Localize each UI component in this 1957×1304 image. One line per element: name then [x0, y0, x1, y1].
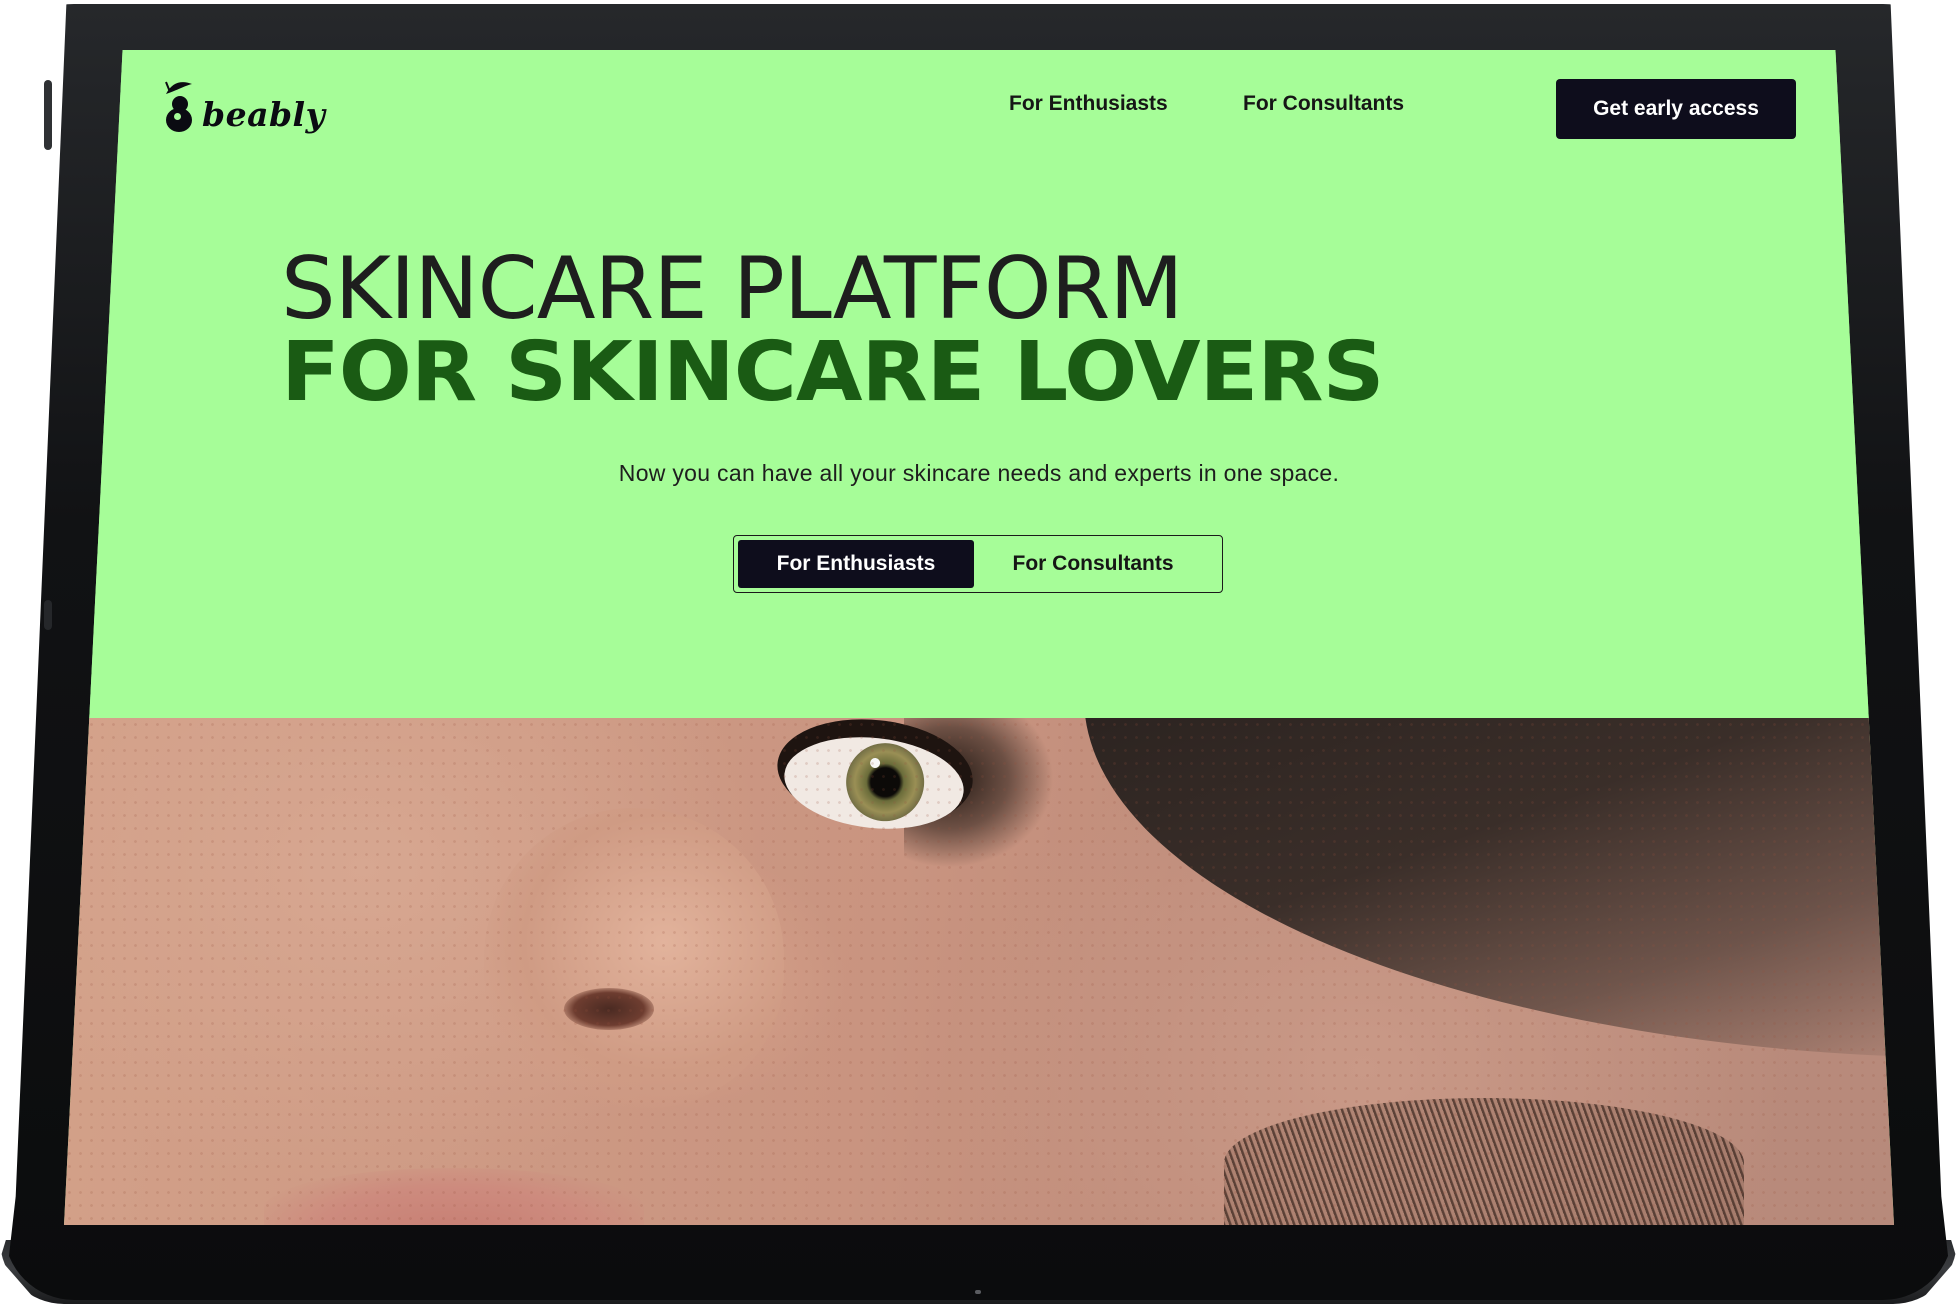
nav-link-enthusiasts[interactable]: For Enthusiasts [1009, 92, 1168, 116]
tablet-screen: beably For Enthusiasts For Consultants G… [64, 50, 1894, 1225]
headline-line-2: FOR SKINCARE LOVERS [281, 325, 1385, 420]
toggle-option-consultants[interactable]: For Consultants [974, 540, 1212, 588]
audience-toggle: For Enthusiasts For Consultants [733, 535, 1223, 593]
tablet-side-sensor [44, 600, 52, 630]
leaf-icon [165, 81, 192, 94]
toggle-option-enthusiasts[interactable]: For Enthusiasts [738, 540, 974, 588]
hero-photo [64, 718, 1894, 1225]
hero-section: beably For Enthusiasts For Consultants G… [64, 50, 1894, 718]
hero-subtitle: Now you can have all your skincare needs… [618, 460, 1340, 486]
get-early-access-button[interactable]: Get early access [1556, 79, 1796, 139]
tablet-port [975, 1290, 981, 1294]
skin-texture [64, 718, 1894, 1225]
page: beably For Enthusiasts For Consultants G… [0, 0, 1957, 1304]
brand-logo[interactable]: beably [162, 80, 325, 136]
brand-name: beably [202, 94, 326, 134]
tablet-side-button [44, 80, 52, 150]
bee-logo-icon [162, 80, 196, 136]
logo-body [166, 108, 192, 132]
nav-link-consultants[interactable]: For Consultants [1243, 92, 1404, 116]
headline-line-1: SKINCARE PLATFORM [281, 239, 1184, 339]
